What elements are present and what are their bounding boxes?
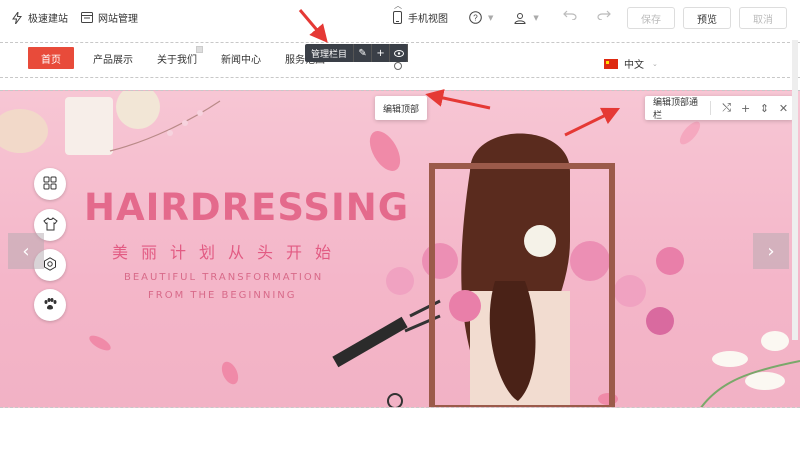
plugin-button[interactable] — [34, 289, 66, 321]
powder-shape — [116, 91, 160, 129]
edit-top-bar-label[interactable]: 编辑顶部通栏 — [653, 95, 704, 121]
quick-build-label: 极速建站 — [28, 14, 68, 25]
grid-icon — [43, 175, 57, 194]
history-controls — [563, 10, 611, 23]
site-nav: 首页 产品展示 关于我们 新闻中心 服务范围 — [28, 47, 349, 69]
phone-icon — [390, 11, 404, 25]
scrollbar[interactable] — [792, 40, 798, 340]
chevron-right-icon: › — [767, 240, 775, 262]
svg-text:?: ? — [473, 14, 478, 23]
resize-handle[interactable] — [394, 62, 402, 70]
edit-top-button[interactable]: 编辑顶部 — [375, 96, 428, 120]
china-flag-icon — [604, 58, 618, 69]
manage-columns-toolbar: 管理栏目 ✎ + — [305, 44, 409, 62]
hero-subtitle-en-line1: BEAUTIFUL TRANSFORMATION — [124, 272, 324, 283]
close-icon[interactable]: ✕ — [774, 96, 793, 120]
nav-item-products[interactable]: 产品展示 — [93, 51, 133, 66]
shuffle-icon[interactable]: ⤭ — [717, 96, 736, 120]
help-icon: ? — [468, 11, 482, 25]
shirt-icon — [42, 216, 58, 235]
edit-top-bar-toolbar: 编辑顶部通栏 ⤭ + ⇕ ✕ — [645, 95, 793, 121]
photo-frame — [429, 163, 615, 407]
nav-item-about[interactable]: 关于我们 — [157, 51, 197, 66]
top-toolbar: 极速建站 网站管理 ︿ 手机视图 ? ▼ ▼ 保存 预览 取消 — [0, 0, 800, 36]
carousel-prev-button[interactable]: ‹ — [8, 233, 44, 269]
toolbar-mid-group: 手机视图 ? ▼ ▼ — [390, 10, 539, 25]
settings-icon — [43, 256, 57, 275]
browser-window-icon — [80, 11, 94, 25]
hero-title: HAIRDRESSING — [84, 186, 410, 229]
selection-marker — [196, 46, 203, 53]
brush-shape — [0, 109, 48, 153]
language-label: 中文 — [624, 60, 644, 71]
manage-columns-label[interactable]: 管理栏目 — [305, 44, 355, 62]
preview-button[interactable]: 预览 — [683, 7, 731, 29]
toolbar-left-group: 极速建站 网站管理 — [10, 10, 138, 25]
nav-item-news[interactable]: 新闻中心 — [221, 51, 261, 66]
user-dropdown[interactable]: ▼ — [513, 11, 539, 25]
site-manage-label: 网站管理 — [98, 14, 138, 25]
chevron-down-icon: ▼ — [533, 13, 539, 22]
bottle-shape — [65, 97, 113, 155]
undo-icon[interactable] — [563, 10, 577, 23]
lightning-icon — [10, 11, 24, 25]
redo-icon[interactable] — [597, 10, 611, 23]
editor-screen: 极速建站 网站管理 ︿ 手机视图 ? ▼ ▼ 保存 预览 取消 首页 产品展示 … — [0, 0, 800, 450]
quick-build-button[interactable]: 极速建站 — [10, 10, 68, 25]
hero-subtitle-cn: 美丽计划从头开始 — [112, 243, 345, 262]
carousel-next-button[interactable]: › — [753, 233, 789, 269]
hero-banner: HAIRDRESSING 美丽计划从头开始 BEAUTIFUL TRANSFOR… — [0, 90, 800, 408]
chevron-down-icon: ⌄ — [652, 59, 658, 68]
toolbar-action-buttons: 保存 预览 取消 — [627, 7, 787, 29]
site-manage-button[interactable]: 网站管理 — [80, 10, 138, 25]
help-dropdown[interactable]: ? ▼ — [468, 11, 493, 25]
mobile-view-label: 手机视图 — [408, 14, 448, 25]
hero-subtitle-en-line2: FROM THE BEGINNING — [148, 290, 297, 301]
eye-icon[interactable] — [390, 44, 409, 62]
save-button[interactable]: 保存 — [627, 7, 675, 29]
pencil-icon[interactable]: ✎ — [354, 44, 373, 62]
chevron-left-icon: ‹ — [22, 240, 30, 262]
mobile-view-button[interactable]: 手机视图 — [390, 10, 448, 25]
chevron-down-icon: ▼ — [488, 13, 494, 22]
nav-item-home[interactable]: 首页 — [28, 47, 74, 69]
cancel-button[interactable]: 取消 — [739, 7, 787, 29]
grid-button[interactable] — [34, 168, 66, 200]
language-switcher[interactable]: 中文 ⌄ — [604, 56, 658, 71]
plus-icon[interactable]: + — [736, 96, 755, 120]
move-updown-icon[interactable]: ⇕ — [755, 96, 774, 120]
paw-icon — [43, 296, 57, 315]
user-icon — [513, 11, 527, 25]
toolbar-divider — [710, 101, 712, 115]
plus-icon[interactable]: + — [372, 44, 391, 62]
edit-top-label: 编辑顶部 — [383, 104, 420, 115]
